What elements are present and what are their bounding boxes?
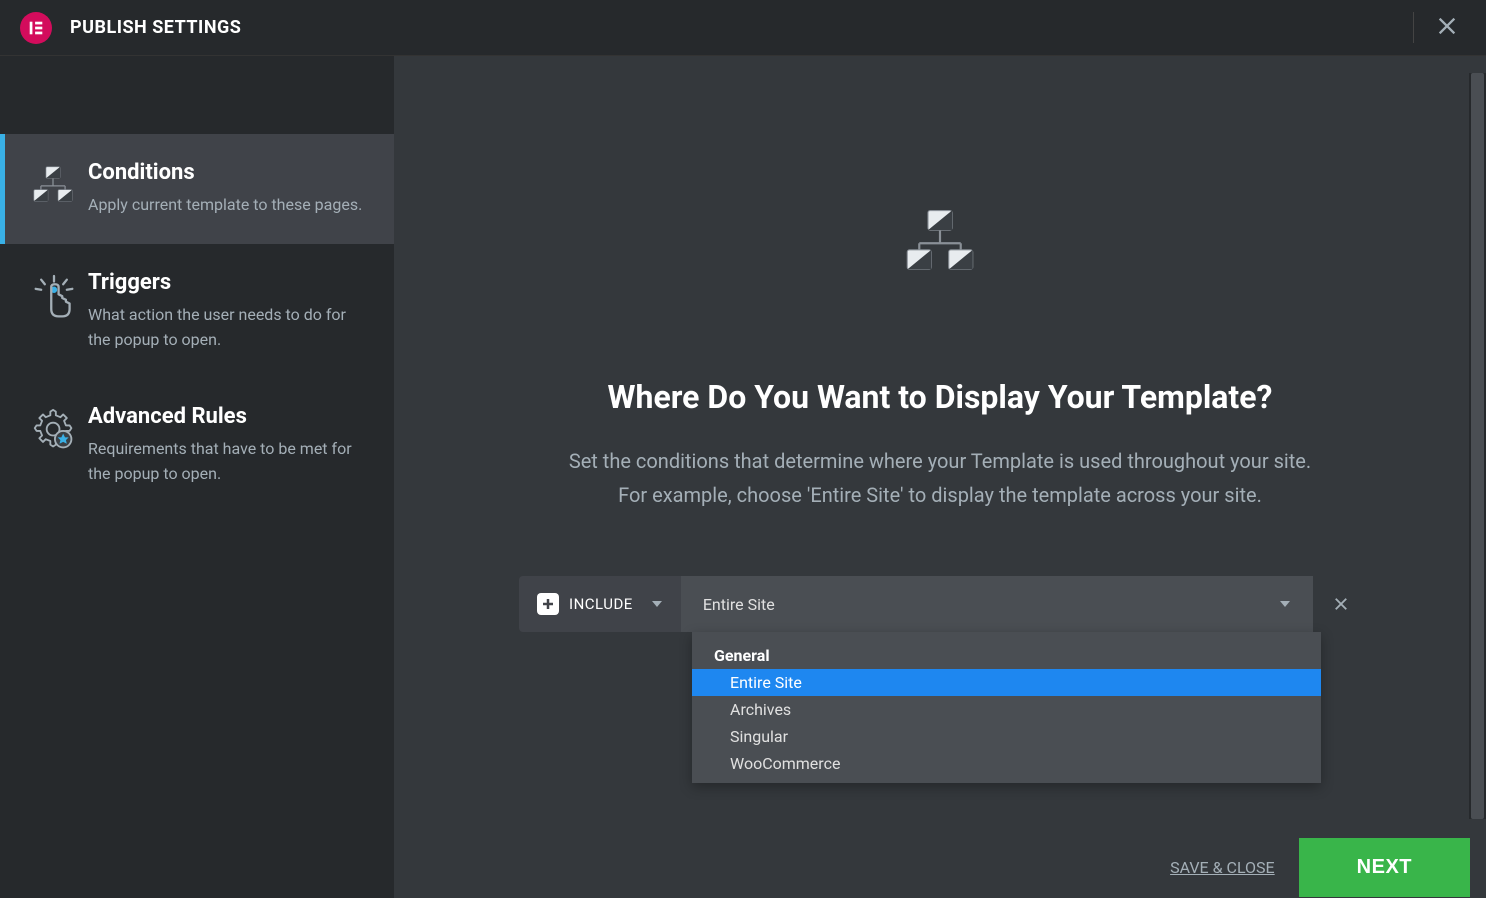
sidebar-item-title: Advanced Rules xyxy=(88,404,368,429)
dropdown-option-entire-site[interactable]: Entire Site xyxy=(692,669,1321,696)
include-exclude-toggle[interactable]: INCLUDE xyxy=(519,576,681,632)
save-and-close-link[interactable]: SAVE & CLOSE xyxy=(1170,858,1275,877)
sidebar-item-advanced-rules[interactable]: Advanced Rules Requirements that have to… xyxy=(0,378,394,513)
main-heading: Where Do You Want to Display Your Templa… xyxy=(394,378,1486,416)
sidebar-item-desc: Requirements that have to be met for the… xyxy=(88,437,368,487)
modal-header: PUBLISH SETTINGS xyxy=(0,0,1486,56)
dropdown-group-label: General xyxy=(692,640,1321,669)
modal-footer: SAVE & CLOSE NEXT xyxy=(1130,836,1486,898)
dropdown-option-singular[interactable]: Singular xyxy=(692,723,1321,750)
condition-location-select[interactable]: Entire Site xyxy=(681,576,1313,632)
header-divider xyxy=(1413,12,1414,43)
condition-dropdown: General Entire Site Archives Singular Wo… xyxy=(692,632,1321,783)
caret-down-icon xyxy=(651,595,663,614)
caret-down-icon xyxy=(1279,595,1291,614)
sidebar-item-conditions[interactable]: Conditions Apply current template to the… xyxy=(0,134,394,244)
dropdown-option-archives[interactable]: Archives xyxy=(692,696,1321,723)
remove-condition-button[interactable] xyxy=(1321,595,1361,613)
close-button[interactable] xyxy=(1428,7,1466,49)
sidebar-item-title: Conditions xyxy=(88,160,368,185)
include-plus-icon xyxy=(537,593,559,615)
scrollbar[interactable] xyxy=(1469,56,1486,836)
next-button[interactable]: NEXT xyxy=(1299,838,1470,897)
condition-row-wrapper: INCLUDE Entire Site General Entir xyxy=(519,576,1361,632)
sidebar-item-triggers[interactable]: Triggers What action the user needs to d… xyxy=(0,244,394,379)
sidebar: Conditions Apply current template to the… xyxy=(0,56,394,898)
conditions-icon xyxy=(32,160,88,218)
close-icon xyxy=(1332,595,1350,613)
sidebar-item-title: Triggers xyxy=(88,270,368,295)
include-label: INCLUDE xyxy=(569,595,633,613)
sidebar-item-desc: Apply current template to these pages. xyxy=(88,193,368,218)
close-icon xyxy=(1436,15,1458,37)
elementor-logo xyxy=(20,12,52,44)
dropdown-option-woocommerce[interactable]: WooCommerce xyxy=(692,750,1321,777)
modal-body: Conditions Apply current template to the… xyxy=(0,56,1486,898)
modal-title: PUBLISH SETTINGS xyxy=(70,17,241,38)
triggers-icon xyxy=(32,270,88,353)
select-value: Entire Site xyxy=(703,595,1279,614)
content-panel: Where Do You Want to Display Your Templa… xyxy=(394,56,1486,898)
advanced-rules-icon xyxy=(32,404,88,487)
sidebar-item-desc: What action the user needs to do for the… xyxy=(88,303,368,353)
main-description: Set the conditions that determine where … xyxy=(394,444,1486,512)
hero-icon xyxy=(394,206,1486,274)
